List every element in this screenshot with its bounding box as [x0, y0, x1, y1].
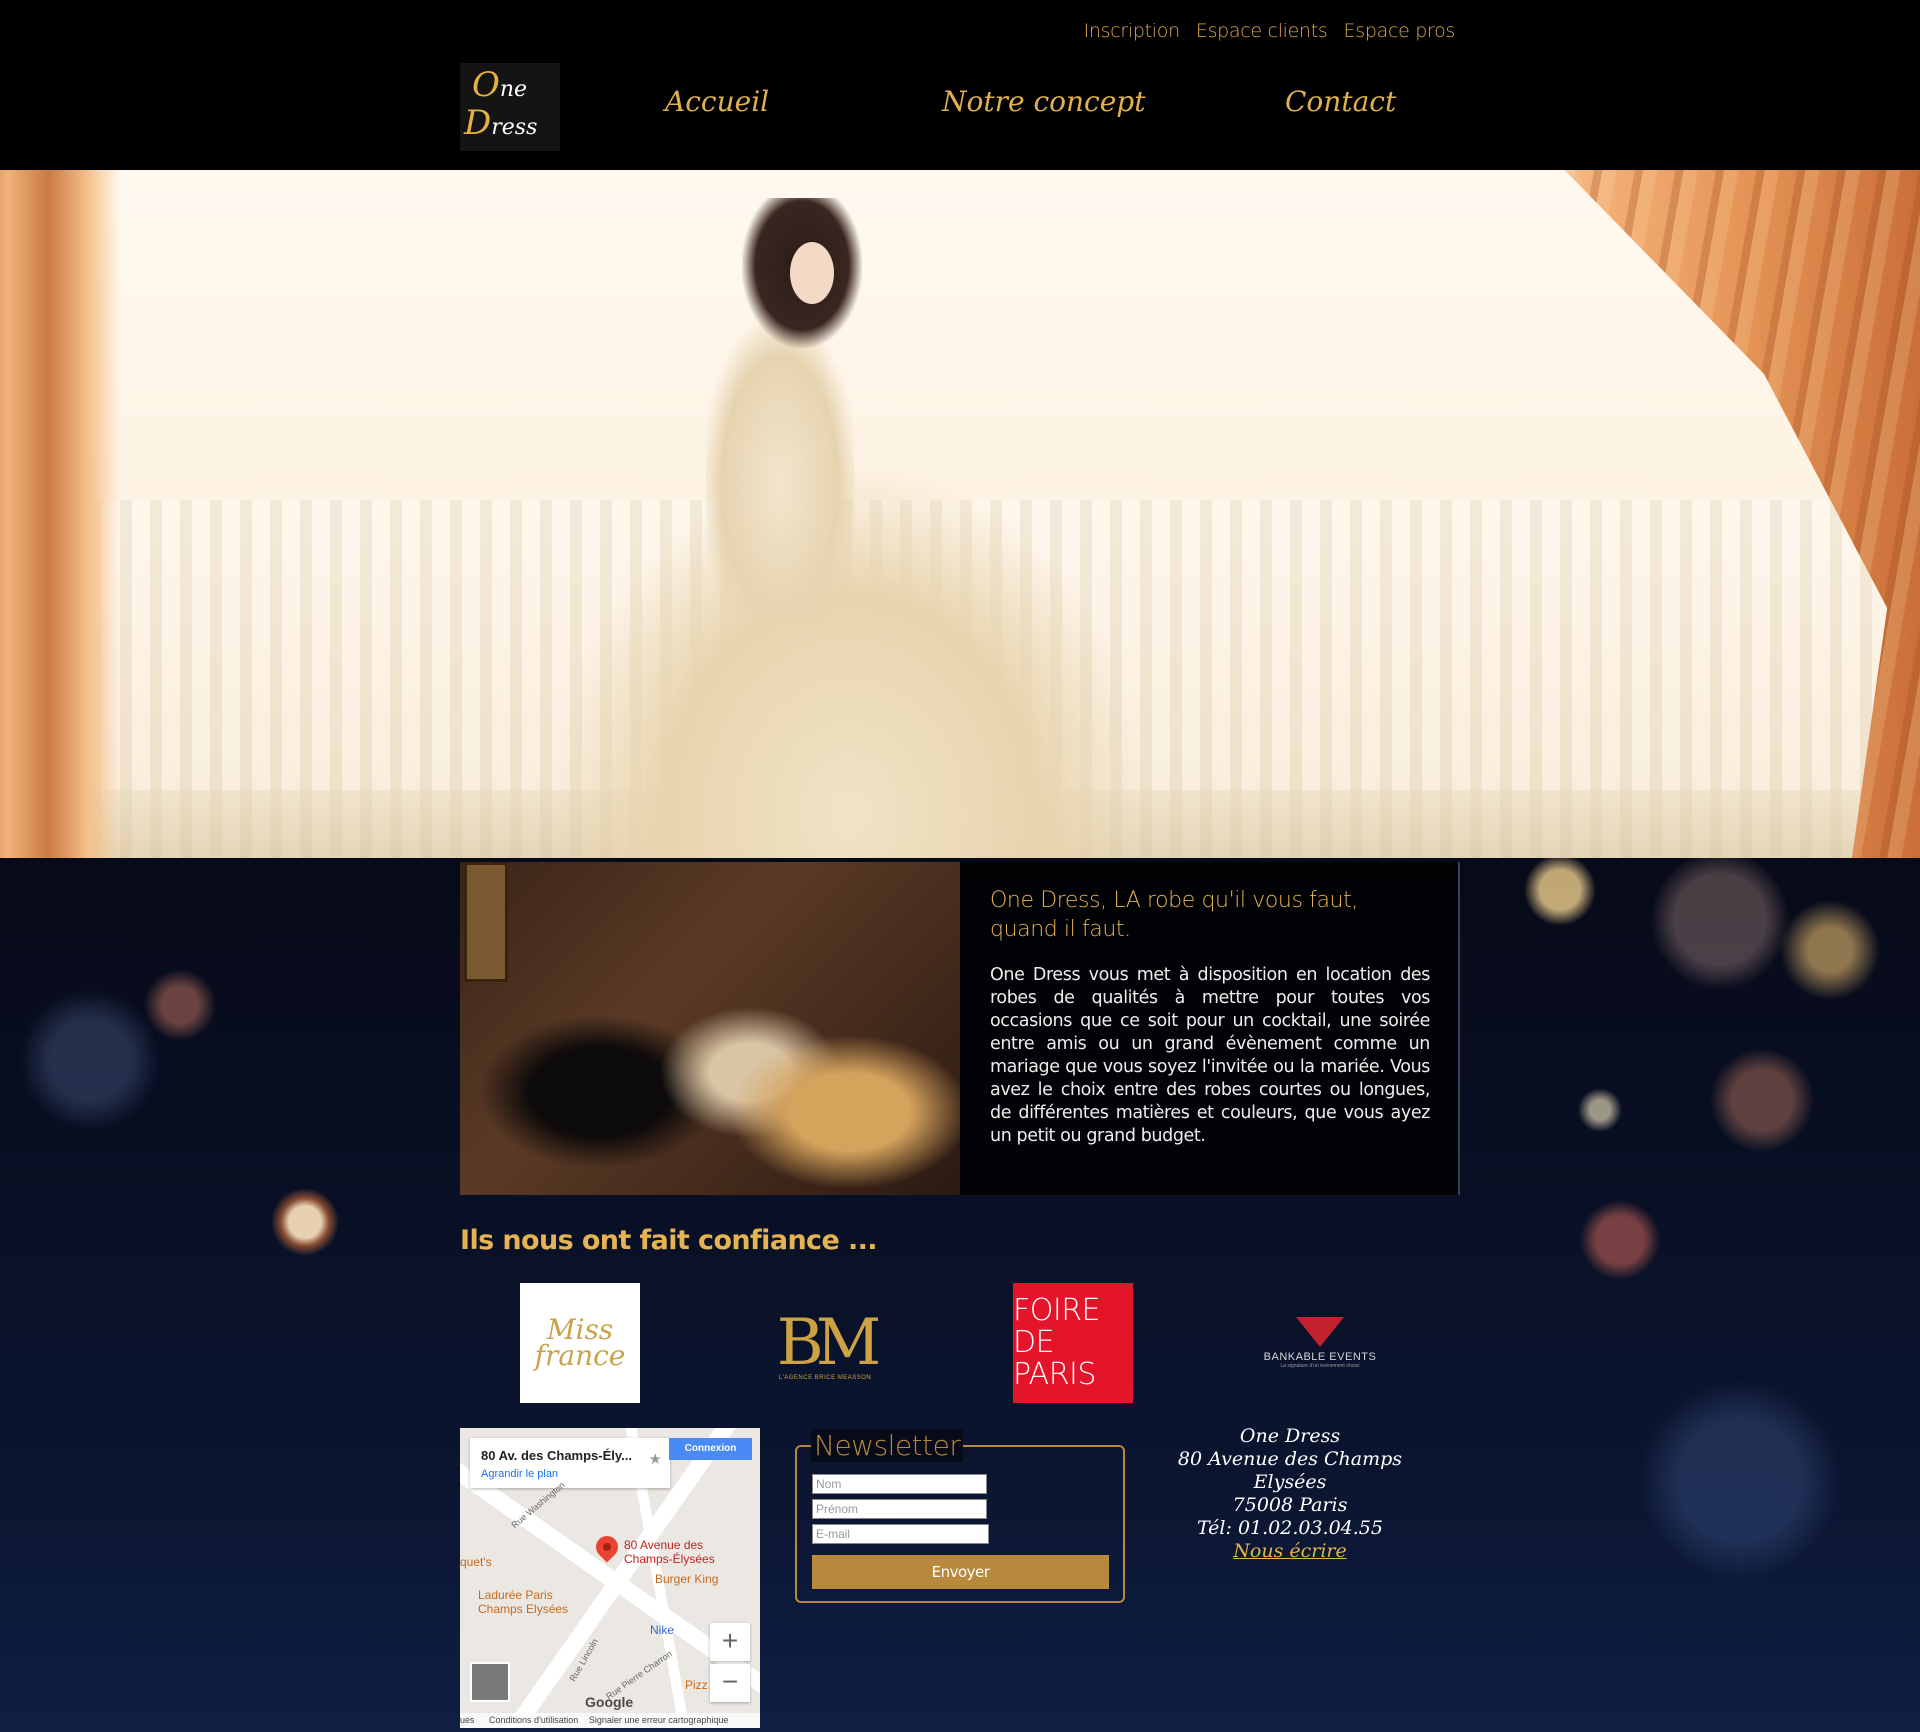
map-poi-nike: Nike	[650, 1623, 675, 1637]
partner-bankable-events-logo[interactable]: BANKABLE EVENTS La signature d'un événem…	[1260, 1283, 1380, 1403]
logo-text-ne: ne	[499, 77, 528, 102]
foire-text: FOIRE DE PARIS	[1013, 1293, 1101, 1392]
link-inscription[interactable]: Inscription	[1084, 20, 1181, 42]
miss-france-text: Miss france	[534, 1313, 626, 1372]
google-logo: Google	[585, 1694, 634, 1710]
google-map-embed[interactable]: 80 Av. des Champs-Ély... Agrandir le pla…	[460, 1428, 760, 1728]
bm-caption: L'AGENCE BRICE MEASSON	[778, 1375, 872, 1381]
map-poi-quets: quet's	[460, 1555, 492, 1569]
map-pin-icon[interactable]	[591, 1531, 623, 1566]
logo-letter-o: O	[472, 65, 500, 105]
map-zoom-out-button[interactable]: −	[710, 1664, 750, 1702]
newsletter-email-input[interactable]	[812, 1524, 989, 1544]
bankable-name: BANKABLE EVENTS	[1263, 1351, 1377, 1363]
map-poi-laduree: Ladurée Paris Champs Elysées	[478, 1588, 569, 1616]
partner-foire-de-paris-logo[interactable]: FOIRE DE PARIS	[1013, 1283, 1133, 1403]
nav-notre-concept[interactable]: Notre concept	[942, 85, 1145, 118]
newsletter-send-button[interactable]: Envoyer	[812, 1555, 1109, 1589]
newsletter-firstname-input[interactable]	[812, 1499, 987, 1519]
map-terms-link[interactable]: Conditions d'utilisation	[489, 1715, 578, 1725]
contact-phone: Tél: 01.02.03.04.55	[1196, 1517, 1383, 1539]
partner-brice-measson-logo[interactable]: BM L'AGENCE BRICE MEASSON	[765, 1283, 885, 1403]
nav-contact[interactable]: Contact	[1285, 85, 1396, 118]
partners-title: Ils nous ont fait confiance ...	[460, 1225, 878, 1256]
about-title: One Dress, LA robe qu'il vous faut, quan…	[990, 888, 1358, 942]
newsletter-name-input[interactable]	[812, 1474, 987, 1494]
logo-text-ress: ress	[491, 115, 538, 140]
link-espace-clients[interactable]: Espace clients	[1196, 20, 1328, 42]
newsletter-legend: Newsletter	[811, 1429, 964, 1462]
newsletter-form: Newsletter Envoyer	[795, 1429, 1125, 1603]
hero-banner-image	[0, 170, 1920, 858]
contact-city: 75008 Paris	[1232, 1494, 1348, 1516]
map-enlarge-link[interactable]: Agrandir le plan	[481, 1468, 558, 1480]
map-street-lincoln: Rue Lincoln	[567, 1636, 600, 1684]
contact-block: One Dress 80 Avenue des Champs Elysées 7…	[1145, 1425, 1435, 1563]
partners-logos: Miss france BM L'AGENCE BRICE MEASSON FO…	[460, 1283, 1460, 1403]
map-place-name: 80 Av. des Champs-Ély...	[481, 1448, 632, 1463]
clock-decoration	[464, 862, 508, 982]
map-pin-label: 80 Avenue des Champs-Élysées	[624, 1538, 715, 1566]
map-report-link[interactable]: Signaler une erreur cartographique	[589, 1715, 729, 1725]
bankable-tagline: La signature d'un événement réussi	[1280, 1363, 1360, 1369]
map-satellite-toggle[interactable]	[470, 1662, 510, 1702]
site-header: Inscription Espace clients Espace pros O…	[0, 0, 1920, 170]
map-terms-fragment: ues	[460, 1715, 475, 1725]
map-poi-burger-king: Burger King	[655, 1572, 719, 1586]
map-footer-bar: ues Conditions d'utilisation Signaler un…	[460, 1713, 760, 1728]
google-connect-button[interactable]: Connexion	[669, 1438, 752, 1460]
about-photo	[460, 862, 960, 1195]
curtain-left	[0, 170, 120, 858]
ruby-gem-icon	[1296, 1317, 1344, 1347]
site-logo[interactable]: One Dress	[460, 63, 560, 151]
contact-write-link[interactable]: Nous écrire	[1145, 1540, 1435, 1563]
contact-name: One Dress	[1239, 1425, 1341, 1447]
model-face	[790, 242, 834, 304]
contact-street: 80 Avenue des Champs Elysées	[1177, 1448, 1403, 1493]
star-icon[interactable]: ★	[649, 1450, 662, 1468]
about-section: One Dress, LA robe qu'il vous faut, quan…	[460, 862, 1460, 1195]
main-nav: Accueil Notre concept Contact	[560, 85, 1460, 125]
nav-accueil[interactable]: Accueil	[665, 85, 769, 118]
account-links: Inscription Espace clients Espace pros	[1084, 20, 1456, 42]
about-text: One Dress vous met à disposition en loca…	[990, 965, 1430, 1146]
map-place-card: 80 Av. des Champs-Ély... Agrandir le pla…	[470, 1438, 670, 1488]
map-zoom-in-button[interactable]: +	[710, 1623, 750, 1661]
logo-letter-d: D	[464, 103, 492, 143]
map-poi-pizz: Pizz	[685, 1678, 708, 1692]
link-espace-pros[interactable]: Espace pros	[1344, 20, 1456, 42]
partner-miss-france-logo[interactable]: Miss france	[520, 1283, 640, 1403]
bm-monogram: BM	[776, 1306, 882, 1380]
